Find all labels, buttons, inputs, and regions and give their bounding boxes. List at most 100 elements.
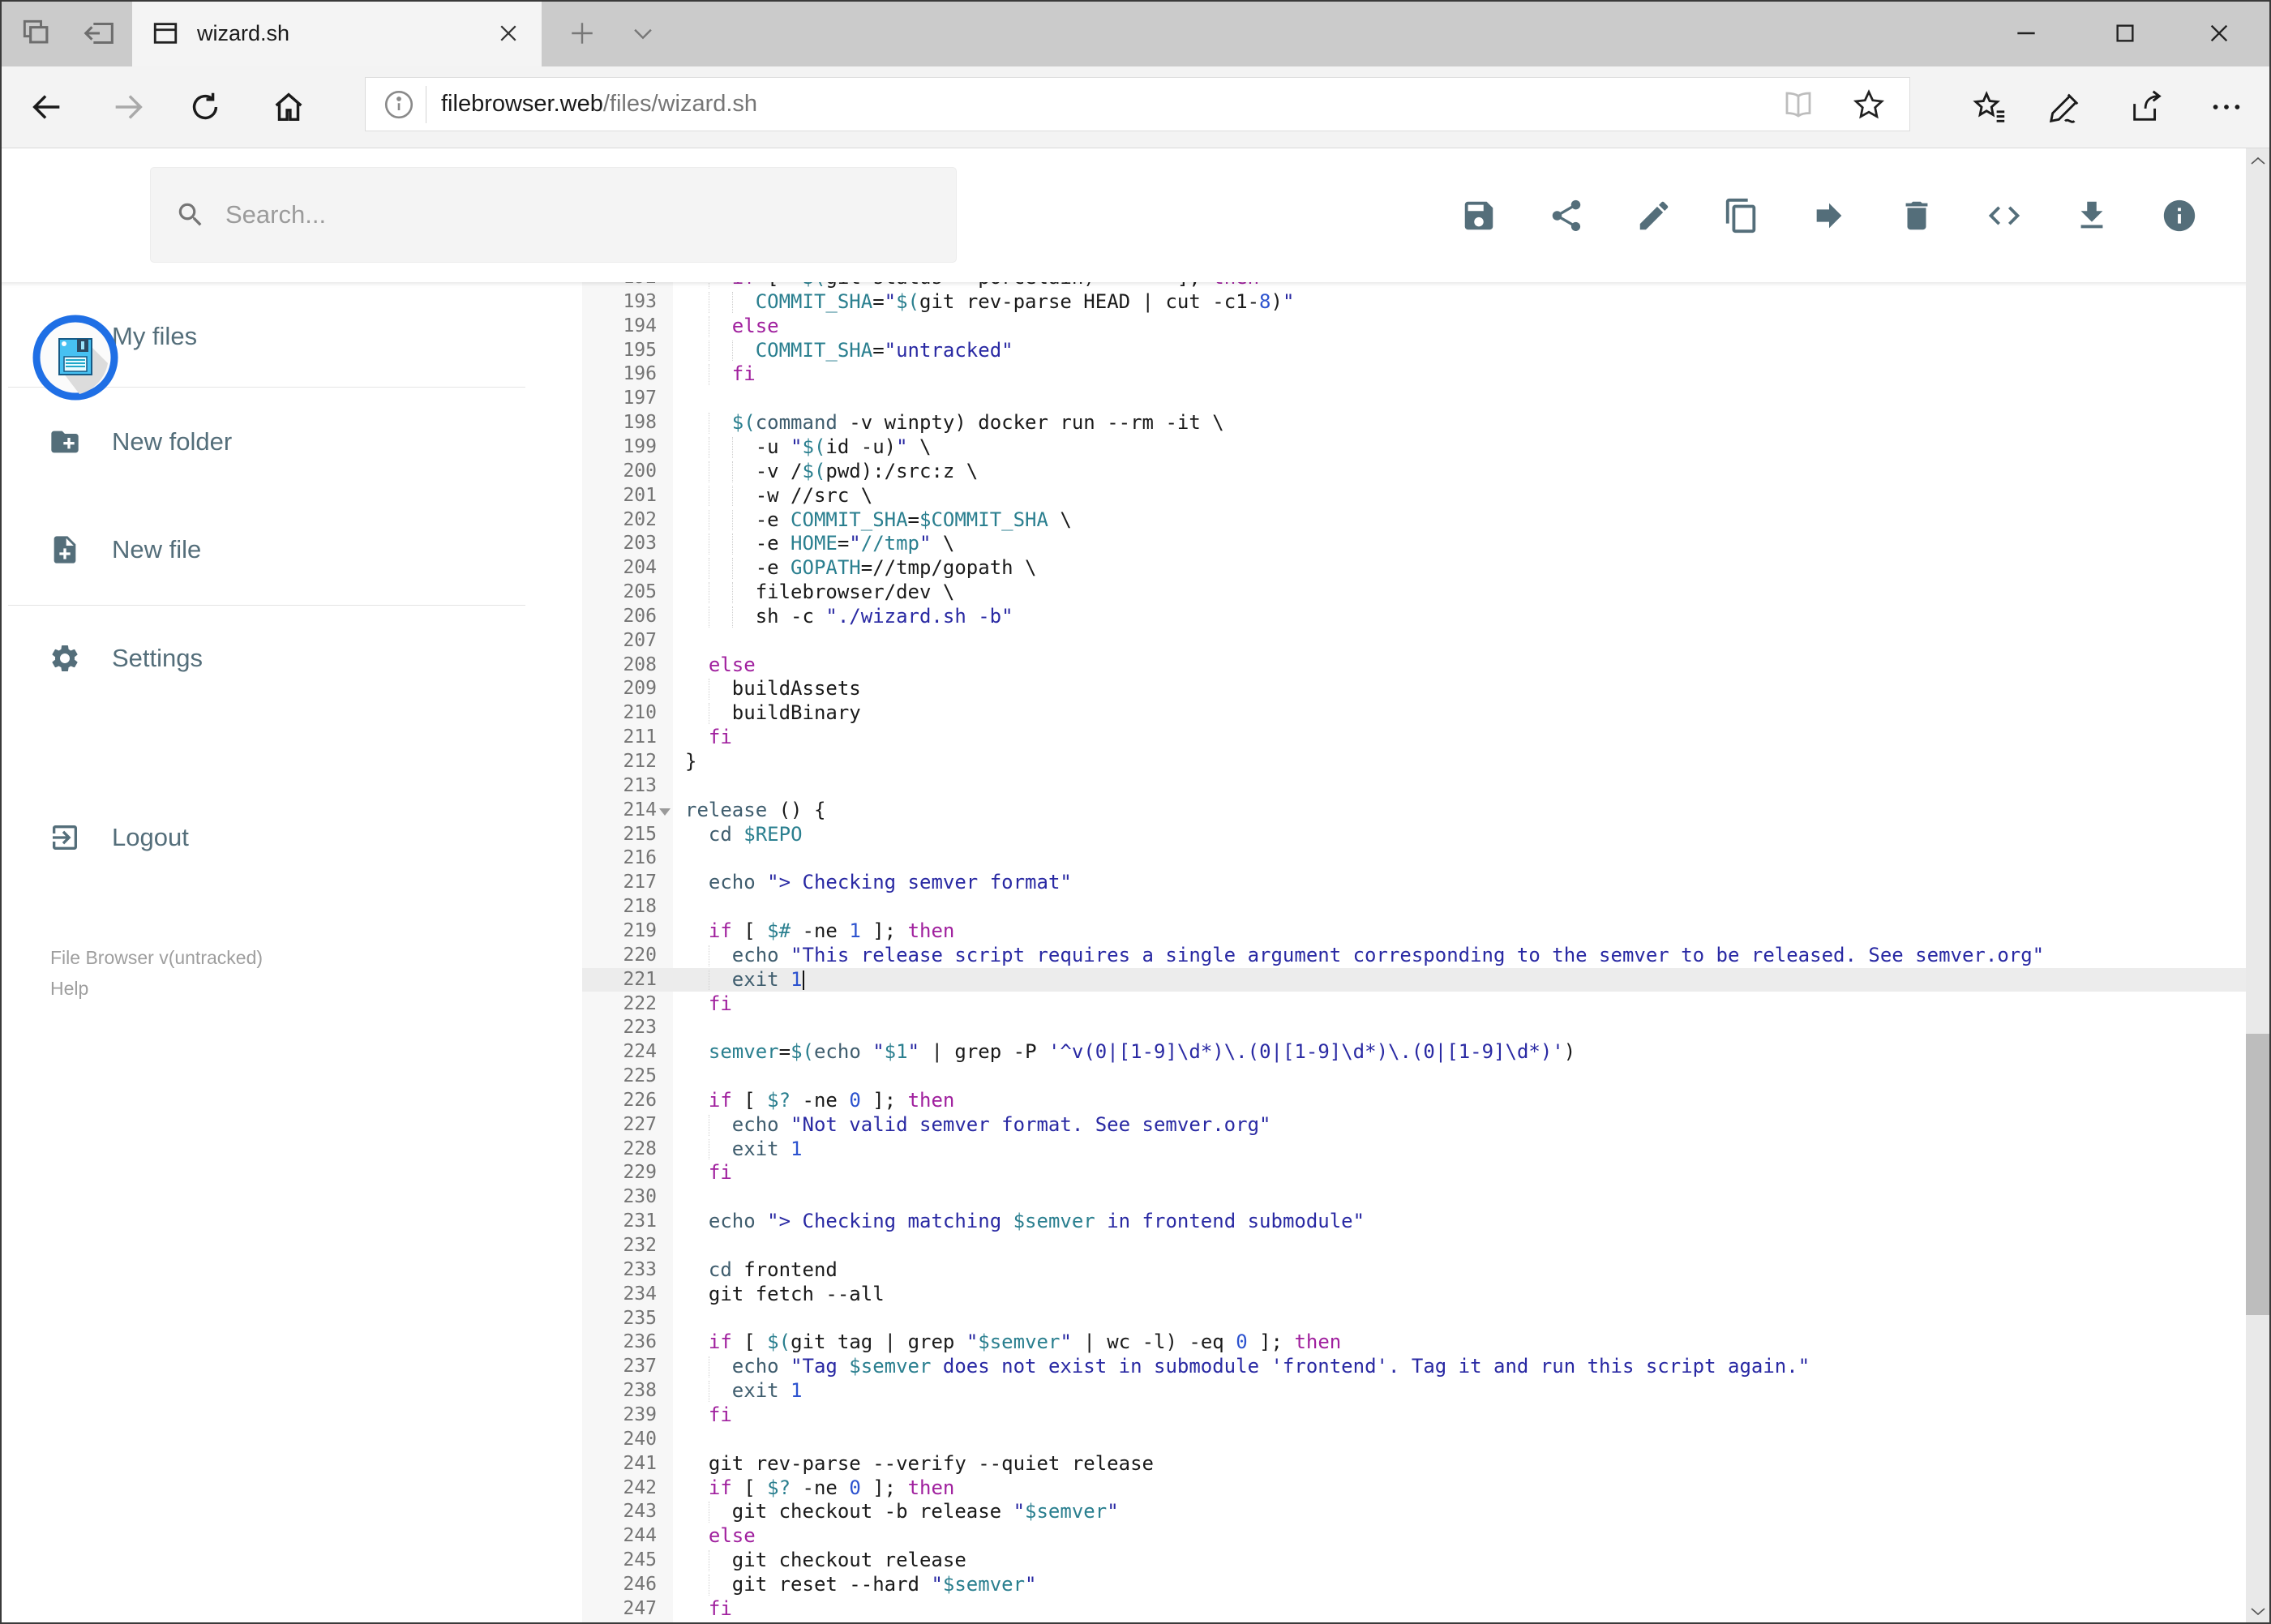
page-scrollbar[interactable] — [2246, 148, 2269, 1624]
code-line-229[interactable]: 229 fi — [582, 1161, 2246, 1185]
copy-button[interactable] — [1723, 197, 1760, 234]
code-line-231[interactable]: 231 echo "> Checking matching $semver in… — [582, 1210, 2246, 1234]
code-line-194[interactable]: 194 else — [582, 315, 2246, 339]
code-line-235[interactable]: 235 — [582, 1307, 2246, 1331]
url-bar[interactable]: filebrowser.web/files/wizard.sh — [365, 77, 1910, 131]
code-line-198[interactable]: 198 $(command -v winpty) docker run --rm… — [582, 411, 2246, 435]
tab-list-button[interactable] — [615, 0, 671, 66]
code-line-202[interactable]: 202 -e COMMIT_SHA=$COMMIT_SHA \ — [582, 508, 2246, 533]
code-line-228[interactable]: 228 exit 1 — [582, 1138, 2246, 1162]
code-line-236[interactable]: 236 if [ $(git tag | grep "$semver" | wc… — [582, 1330, 2246, 1355]
code-line-209[interactable]: 209 buildAssets — [582, 677, 2246, 701]
help-link[interactable]: Help — [50, 978, 88, 1000]
tab-preview-button[interactable] — [11, 0, 62, 66]
code-line-225[interactable]: 225 — [582, 1065, 2246, 1089]
code-line-222[interactable]: 222 fi — [582, 992, 2246, 1017]
sidebar-item-settings[interactable]: Settings — [0, 622, 527, 695]
new-tab-button[interactable] — [554, 0, 611, 66]
code-line-239[interactable]: 239 fi — [582, 1403, 2246, 1428]
sidebar-item-logout[interactable]: Logout — [0, 801, 527, 874]
code-line-245[interactable]: 245 git checkout release — [582, 1549, 2246, 1573]
code-line-227[interactable]: 227 echo "Not valid semver format. See s… — [582, 1113, 2246, 1138]
code-text: -e GOPATH=//tmp/gopath \ — [685, 556, 1037, 580]
more-options-button[interactable] — [2194, 66, 2259, 148]
save-button[interactable] — [1460, 197, 1498, 234]
code-line-238[interactable]: 238 exit 1 — [582, 1379, 2246, 1403]
code-line-216[interactable]: 216 — [582, 846, 2246, 871]
move-button[interactable] — [1810, 197, 1848, 234]
share-page-button[interactable] — [2115, 66, 2179, 148]
download-button[interactable] — [2073, 197, 2110, 234]
code-line-195[interactable]: 195 COMMIT_SHA="untracked" — [582, 339, 2246, 363]
code-editor[interactable]: 192 if [ "$(git status --porcelain)" = "… — [582, 266, 2246, 1624]
refresh-button[interactable] — [173, 66, 238, 148]
set-tabs-aside-button[interactable] — [75, 0, 125, 66]
code-line-197[interactable]: 197 — [582, 387, 2246, 411]
code-line-221[interactable]: 221 exit 1 — [582, 967, 2246, 992]
code-line-242[interactable]: 242 if [ $? -ne 0 ]; then — [582, 1476, 2246, 1501]
code-line-230[interactable]: 230 — [582, 1185, 2246, 1210]
code-line-214[interactable]: 214 release () { — [582, 799, 2246, 823]
sidebar-item-new-folder[interactable]: New folder — [0, 405, 527, 478]
scroll-down-icon[interactable] — [2248, 1601, 2268, 1621]
forward-button[interactable] — [96, 66, 161, 148]
code-line-196[interactable]: 196 fi — [582, 362, 2246, 387]
code-line-241[interactable]: 241 git rev-parse --verify --quiet relea… — [582, 1452, 2246, 1476]
code-line-217[interactable]: 217 echo "> Checking semver format" — [582, 871, 2246, 895]
share-button[interactable] — [1548, 197, 1585, 234]
code-line-234[interactable]: 234 git fetch --all — [582, 1283, 2246, 1307]
code-line-237[interactable]: 237 echo "Tag $semver does not exist in … — [582, 1355, 2246, 1379]
code-line-213[interactable]: 213 — [582, 774, 2246, 799]
code-line-211[interactable]: 211 fi — [582, 726, 2246, 750]
favorites-hub-button[interactable] — [1957, 66, 2022, 148]
code-line-244[interactable]: 244 else — [582, 1524, 2246, 1549]
info-button[interactable] — [2161, 197, 2198, 234]
code-line-200[interactable]: 200 -v /$(pwd):/src:z \ — [582, 460, 2246, 484]
delete-button[interactable] — [1898, 197, 1935, 234]
search-bar[interactable]: Search... — [150, 167, 957, 263]
code-line-207[interactable]: 207 — [582, 629, 2246, 653]
fold-arrow-icon[interactable] — [659, 808, 671, 816]
back-button[interactable] — [15, 66, 79, 148]
add-favorite-star-icon[interactable] — [1851, 87, 1887, 122]
code-line-219[interactable]: 219 if [ $# -ne 1 ]; then — [582, 919, 2246, 944]
code-line-208[interactable]: 208 else — [582, 653, 2246, 678]
code-line-203[interactable]: 203 -e HOME="//tmp" \ — [582, 532, 2246, 556]
home-button[interactable] — [256, 66, 321, 148]
code-line-201[interactable]: 201 -w //src \ — [582, 484, 2246, 508]
code-line-243[interactable]: 243 git checkout -b release "$semver" — [582, 1500, 2246, 1524]
code-line-218[interactable]: 218 — [582, 895, 2246, 919]
code-line-210[interactable]: 210 buildBinary — [582, 701, 2246, 726]
code-line-224[interactable]: 224 semver=$(echo "$1" | grep -P '^v(0|[… — [582, 1040, 2246, 1065]
tab-close-icon[interactable] — [496, 21, 521, 45]
code-line-220[interactable]: 220 echo "This release script requires a… — [582, 944, 2246, 968]
line-number: 236 — [623, 1331, 657, 1353]
scrollbar-thumb[interactable] — [2246, 1034, 2269, 1315]
chevron-down-icon — [634, 28, 652, 40]
code-line-246[interactable]: 246 git reset --hard "$semver" — [582, 1573, 2246, 1597]
switch-view-button[interactable] — [1986, 197, 2023, 234]
browser-tab[interactable]: wizard.sh — [132, 0, 542, 66]
code-line-205[interactable]: 205 filebrowser/dev \ — [582, 581, 2246, 605]
code-line-247[interactable]: 247 fi — [582, 1597, 2246, 1622]
window-minimize-button[interactable] — [1990, 0, 2063, 66]
code-line-204[interactable]: 204 -e GOPATH=//tmp/gopath \ — [582, 556, 2246, 581]
code-line-215[interactable]: 215 cd $REPO — [582, 823, 2246, 847]
window-maximize-button[interactable] — [2089, 0, 2162, 66]
site-info-icon[interactable] — [382, 88, 416, 122]
window-close-button[interactable] — [2183, 0, 2256, 66]
code-line-232[interactable]: 232 — [582, 1234, 2246, 1258]
reading-view-icon[interactable] — [1781, 88, 1815, 122]
code-line-193[interactable]: 193 COMMIT_SHA="$(git rev-parse HEAD | c… — [582, 290, 2246, 315]
edit-button[interactable] — [1635, 197, 1673, 234]
code-line-212[interactable]: 212} — [582, 750, 2246, 774]
web-note-button[interactable] — [2033, 66, 2097, 148]
code-line-223[interactable]: 223 — [582, 1016, 2246, 1040]
code-line-206[interactable]: 206 sh -c "./wizard.sh -b" — [582, 605, 2246, 629]
code-line-240[interactable]: 240 — [582, 1428, 2246, 1452]
sidebar-item-new-file[interactable]: New file — [0, 513, 527, 586]
code-line-233[interactable]: 233 cd frontend — [582, 1258, 2246, 1283]
code-line-199[interactable]: 199 -u "$(id -u)" \ — [582, 435, 2246, 460]
scroll-up-icon[interactable] — [2248, 152, 2268, 171]
code-line-226[interactable]: 226 if [ $? -ne 0 ]; then — [582, 1089, 2246, 1113]
